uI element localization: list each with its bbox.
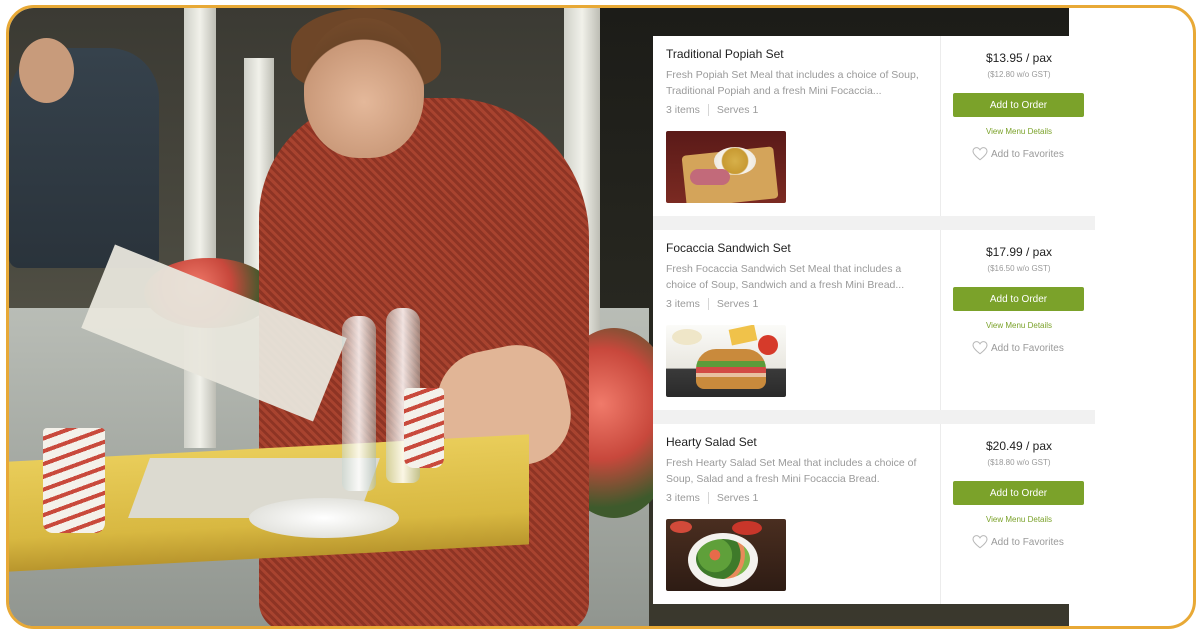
view-menu-details-link[interactable]: View Menu Details <box>943 515 1095 524</box>
card-divider <box>940 424 941 604</box>
add-to-order-button[interactable]: Add to Order <box>953 287 1084 311</box>
menu-card: Hearty Salad Set Fresh Hearty Salad Set … <box>653 424 1095 604</box>
menu-item-description: Fresh Hearty Salad Set Meal that include… <box>666 457 917 485</box>
price-without-gst: ($18.80 w/o GST) <box>987 458 1051 467</box>
serves-count: Serves 1 <box>716 298 759 310</box>
add-to-favorites-button[interactable]: Add to Favorites <box>972 341 1064 355</box>
serves-count: Serves 1 <box>716 104 759 116</box>
serves-count: Serves 1 <box>716 492 759 504</box>
image-frame: Traditional Popiah Set Fresh Popiah Set … <box>6 5 1196 629</box>
view-menu-details-link[interactable]: View Menu Details <box>943 321 1095 330</box>
salad-food-image[interactable] <box>666 519 786 591</box>
sandwich-food-image[interactable] <box>666 325 786 397</box>
menu-item-name: Focaccia Sandwich Set <box>666 241 791 255</box>
menu-panel: Traditional Popiah Set Fresh Popiah Set … <box>653 36 1095 604</box>
add-to-favorites-button[interactable]: Add to Favorites <box>972 147 1064 161</box>
card-divider <box>940 36 941 216</box>
item-count: 3 items <box>666 298 700 310</box>
item-count: 3 items <box>666 104 700 116</box>
item-count: 3 items <box>666 492 700 504</box>
add-to-favorites-button[interactable]: Add to Favorites <box>972 535 1064 549</box>
heart-icon <box>972 341 988 355</box>
favorites-label: Add to Favorites <box>991 536 1064 548</box>
menu-card: Traditional Popiah Set Fresh Popiah Set … <box>653 36 1095 216</box>
favorites-label: Add to Favorites <box>991 148 1064 160</box>
favorites-label: Add to Favorites <box>991 342 1064 354</box>
price: $13.95 / pax <box>985 51 1053 65</box>
menu-item-description: Fresh Focaccia Sandwich Set Meal that in… <box>666 263 905 291</box>
popiah-food-image[interactable] <box>666 131 786 203</box>
menu-item-name: Traditional Popiah Set <box>666 47 784 61</box>
menu-item-name: Hearty Salad Set <box>666 435 757 449</box>
meta-separator <box>707 492 709 504</box>
price-without-gst: ($16.50 w/o GST) <box>987 264 1051 273</box>
heart-icon <box>972 535 988 549</box>
heart-icon <box>972 147 988 161</box>
card-divider <box>940 230 941 410</box>
meta-separator <box>707 298 709 310</box>
price-without-gst: ($12.80 w/o GST) <box>987 70 1051 79</box>
menu-item-description: Fresh Popiah Set Meal that includes a ch… <box>666 69 919 97</box>
add-to-order-button[interactable]: Add to Order <box>953 481 1084 505</box>
price: $20.49 / pax <box>985 439 1053 453</box>
meta-separator <box>707 104 709 116</box>
menu-item-meta: 3 items Serves 1 <box>666 492 758 504</box>
menu-item-meta: 3 items Serves 1 <box>666 104 758 116</box>
price: $17.99 / pax <box>985 245 1053 259</box>
view-menu-details-link[interactable]: View Menu Details <box>943 127 1095 136</box>
menu-card: Focaccia Sandwich Set Fresh Focaccia San… <box>653 230 1095 410</box>
menu-item-meta: 3 items Serves 1 <box>666 298 758 310</box>
add-to-order-button[interactable]: Add to Order <box>953 93 1084 117</box>
